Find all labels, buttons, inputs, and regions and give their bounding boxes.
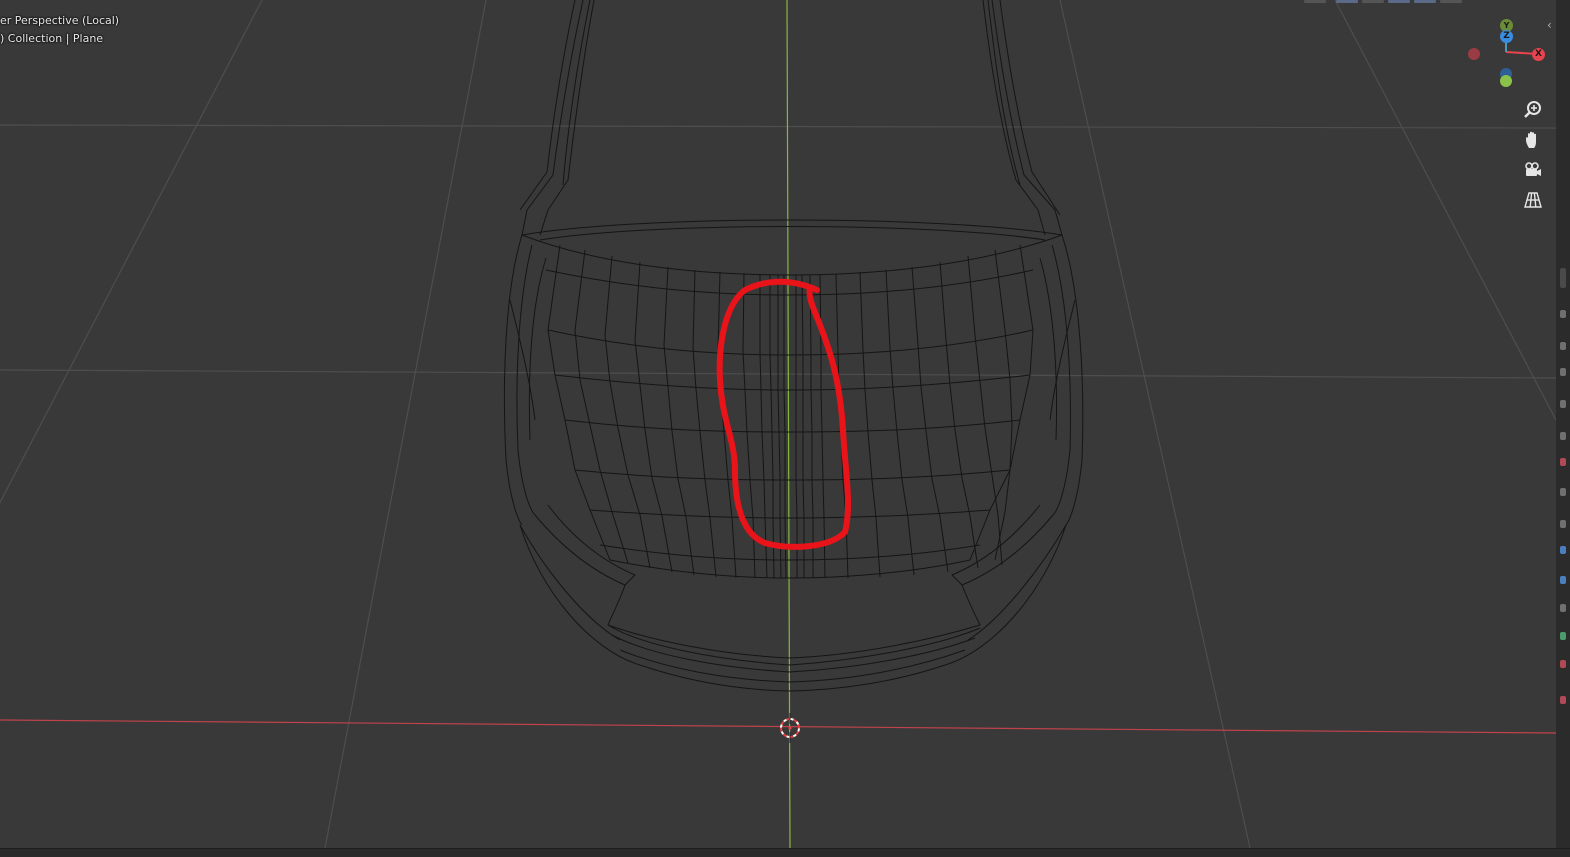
zoom-icon	[1524, 101, 1541, 118]
pan-button[interactable]	[1519, 126, 1547, 154]
viewport-mode-label: er Perspective (Local)	[0, 14, 120, 27]
3d-cursor	[780, 713, 800, 743]
header-tab-slivers	[1300, 0, 1480, 3]
gizmo-neg-y-button[interactable]	[1500, 75, 1512, 87]
object-info-label: ) Collection | Plane	[0, 32, 104, 45]
wireframe-scene[interactable]	[0, 0, 1556, 848]
zoom-button[interactable]	[1519, 96, 1547, 124]
hand-pan-icon	[1526, 131, 1536, 148]
properties-panel-edge[interactable]	[1556, 0, 1570, 856]
camera-view-icon	[1525, 162, 1541, 176]
3d-viewport[interactable]: er Perspective (Local) ) Collection | Pl…	[0, 0, 1556, 848]
floor-grid	[0, 0, 1556, 848]
gizmo-z-axis-button[interactable]: Z	[1500, 30, 1513, 43]
gizmo-y-label: Y	[1503, 21, 1510, 30]
perspective-grid-icon	[1524, 192, 1542, 208]
navigation-gizmo[interactable]: Y Z X	[1462, 14, 1552, 94]
gizmo-z-label: Z	[1503, 31, 1510, 41]
gizmo-x-axis-button[interactable]: X	[1532, 48, 1545, 61]
gizmo-x-label: X	[1535, 49, 1542, 59]
car-wireframe	[503, 0, 1084, 692]
gizmo-neg-x-button[interactable]	[1468, 48, 1480, 60]
camera-view-button[interactable]	[1519, 156, 1547, 184]
perspective-toggle-button[interactable]	[1519, 186, 1547, 214]
collapse-arrow-icon[interactable]: ‹	[1547, 18, 1552, 32]
x-axis-line	[0, 719, 1556, 734]
